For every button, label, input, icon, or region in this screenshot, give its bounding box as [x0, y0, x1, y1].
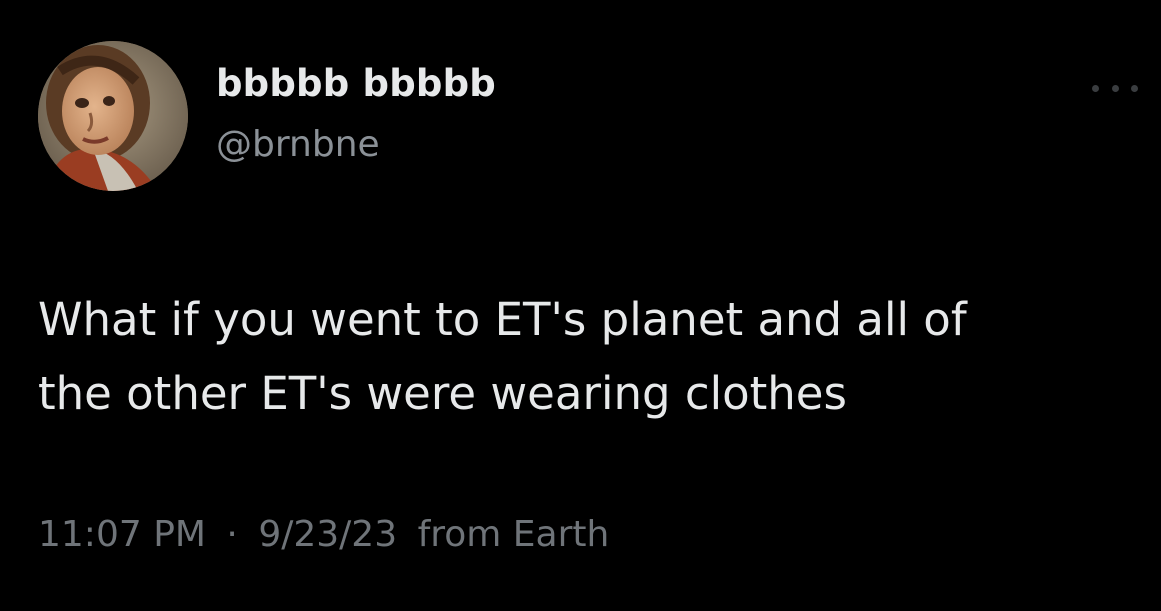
- author-handle[interactable]: @brnbne: [216, 124, 380, 165]
- tweet-text-line: What if you went to ET's planet and all …: [38, 293, 967, 346]
- tweet-time[interactable]: 11:07 PM: [38, 514, 206, 555]
- tweet-text: What if you went to ET's planet and all …: [38, 283, 1138, 431]
- tweet-source: from Earth: [417, 514, 610, 555]
- author-display-name[interactable]: bbbbb bbbbb: [216, 62, 496, 105]
- more-dot: [1111, 84, 1119, 92]
- tweet-text-line: the other ET's were wearing clothes: [38, 367, 847, 420]
- more-dot: [1131, 84, 1138, 92]
- meta-separator: ·: [226, 514, 238, 555]
- avatar-portrait-image: [38, 41, 188, 191]
- tweet-meta: 11:07 PM · 9/23/23 from Earth: [38, 514, 609, 555]
- more-options-icon[interactable]: [1092, 76, 1138, 100]
- tweet-date[interactable]: 9/23/23: [258, 514, 397, 555]
- tweet-card: bbbbb bbbbb @brnbne What if you went to …: [0, 0, 1161, 611]
- more-dot: [1092, 84, 1099, 92]
- avatar[interactable]: [38, 41, 188, 191]
